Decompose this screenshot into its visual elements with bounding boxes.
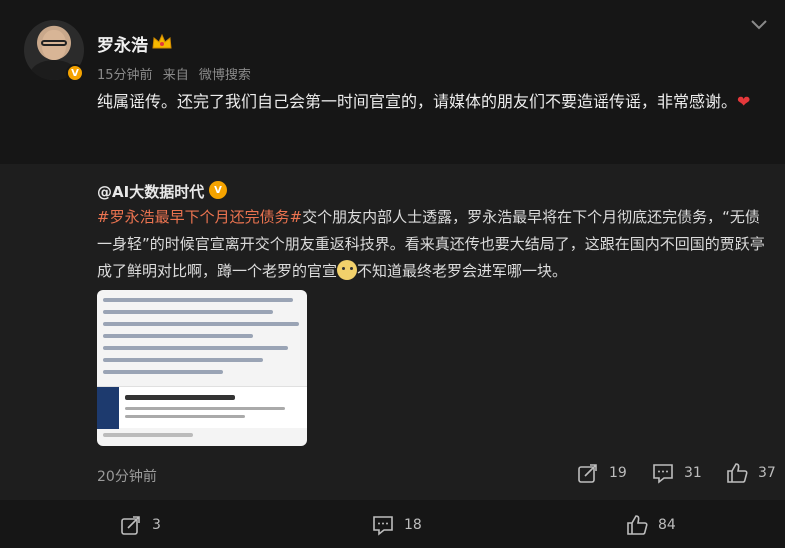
verified-icon: V xyxy=(66,64,84,82)
comment-icon xyxy=(653,464,673,484)
repost-text-part2: 不知道最终老罗会进军哪一块。 xyxy=(357,262,568,280)
repost-icon xyxy=(578,464,597,483)
repost-repost-button[interactable]: 19 xyxy=(577,462,627,484)
hashtag-link[interactable]: #罗永浩最早下个月还完债务# xyxy=(97,208,302,226)
repost-comment-button[interactable]: 31 xyxy=(652,462,702,484)
repost-author[interactable]: @AI大数据时代 xyxy=(97,181,204,202)
like-icon xyxy=(627,515,648,535)
post-time[interactable]: 15分钟前 xyxy=(97,68,153,83)
image-thumbnail[interactable] xyxy=(97,290,307,446)
like-icon xyxy=(727,463,748,483)
crown-icon[interactable] xyxy=(151,33,173,51)
repost-icon xyxy=(121,516,140,535)
comment-icon xyxy=(373,516,393,536)
repost-time[interactable]: 20分钟前 xyxy=(97,466,157,486)
heart-emoji: ❤ xyxy=(737,92,751,111)
repost-text: #罗永浩最早下个月还完债务#交个朋友内部人士透露，罗永浩最早将在下个月彻底还完债… xyxy=(97,204,772,285)
like-button[interactable]: 84 xyxy=(626,514,676,536)
username[interactable]: 罗永浩 xyxy=(97,31,148,56)
repost-like-button[interactable]: 37 xyxy=(726,462,776,484)
repost-count: 3 xyxy=(152,517,161,533)
post-text-main: 纯属谣传。还完了我们自己会第一时间官宣的，请媒体的朋友们不要造谣传谣，非常感谢。 xyxy=(97,92,738,111)
repost-count: 19 xyxy=(609,465,627,481)
comment-button[interactable]: 18 xyxy=(372,514,422,536)
chevron-down-icon[interactable] xyxy=(749,18,769,32)
reposted-card[interactable]: @AI大数据时代 V #罗永浩最早下个月还完债务#交个朋友内部人士透露，罗永浩最… xyxy=(0,164,785,500)
comment-count: 31 xyxy=(684,465,702,481)
like-count: 84 xyxy=(658,517,676,533)
weibo-post: V 罗永浩 15分钟前 来自 微博搜索 纯属谣传。还完了我们自己会第一时间官宣的… xyxy=(0,0,785,548)
post-text: 纯属谣传。还完了我们自己会第一时间官宣的，请媒体的朋友们不要造谣传谣，非常感谢。… xyxy=(97,88,757,115)
doge-emoji xyxy=(337,260,358,280)
source-link[interactable]: 微博搜索 xyxy=(199,68,251,83)
post-meta: 15分钟前 来自 微博搜索 xyxy=(97,64,251,83)
comment-count: 18 xyxy=(404,517,422,533)
like-count: 37 xyxy=(758,465,776,481)
source-prefix: 来自 xyxy=(162,68,189,83)
repost-button[interactable]: 3 xyxy=(120,514,161,536)
verified-icon: V xyxy=(209,181,227,199)
